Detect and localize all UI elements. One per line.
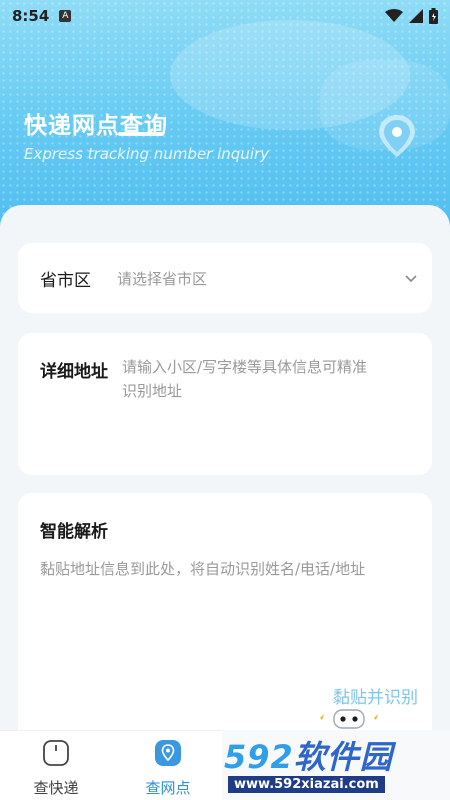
address-placeholder: 请输入小区/写字楼等具体信息可精准 识别地址	[122, 355, 367, 451]
package-icon	[43, 740, 69, 766]
status-bar: 8:54 A	[0, 0, 450, 32]
region-select[interactable]: 省市区 请选择省市区	[18, 243, 432, 313]
status-time: 8:54	[12, 7, 50, 25]
status-icons	[385, 8, 438, 24]
region-label: 省市区	[40, 270, 91, 291]
address-label: 详细地址	[40, 362, 108, 382]
watermark-logo: 592软件园	[224, 732, 393, 778]
page-subtitle: Express tracking number inquiry	[24, 145, 270, 163]
site-watermark: 592软件园 www.592xiazai.com	[222, 730, 450, 800]
robot-mascot-icon	[320, 709, 378, 729]
smart-parse-placeholder: 黏贴地址信息到此处，将自动识别姓名/电话/地址	[40, 560, 366, 578]
smart-parse-field[interactable]: 智能解析 黏贴地址信息到此处，将自动识别姓名/电话/地址 黏贴并识别	[18, 493, 432, 730]
wifi-icon	[385, 9, 403, 22]
location-pin-icon	[379, 115, 415, 157]
chevron-down-icon[interactable]	[404, 273, 418, 283]
tab-label: 查快递	[33, 779, 79, 797]
watermark-number: 592	[224, 738, 294, 776]
header-banner: 快递网点查询 Express tracking number inquiry	[0, 0, 450, 240]
address-placeholder-line: 请输入小区/写字楼等具体信息可精准	[122, 358, 368, 376]
signal-icon	[409, 9, 423, 23]
address-placeholder-line: 识别地址	[122, 382, 183, 400]
form-panel: 省市区 请选择省市区 详细地址 请输入小区/写字楼等具体信息可精准 识别地址 智…	[0, 205, 450, 730]
tab-find-branch[interactable]: 查网点	[128, 739, 208, 798]
smart-parse-title: 智能解析	[40, 522, 108, 542]
battery-icon	[429, 8, 438, 24]
tab-label: 查网点	[145, 779, 191, 797]
watermark-url: www.592xiazai.com	[228, 776, 385, 793]
watermark-text: 软件园	[293, 738, 393, 776]
tab-track-package[interactable]: 查快递	[16, 739, 96, 798]
location-pin-icon	[155, 740, 181, 766]
region-placeholder: 请选择省市区	[117, 269, 208, 288]
address-field[interactable]: 详细地址 请输入小区/写字楼等具体信息可精准 识别地址	[18, 333, 432, 475]
title-underline	[118, 132, 164, 136]
status-indicator: A	[59, 10, 72, 22]
